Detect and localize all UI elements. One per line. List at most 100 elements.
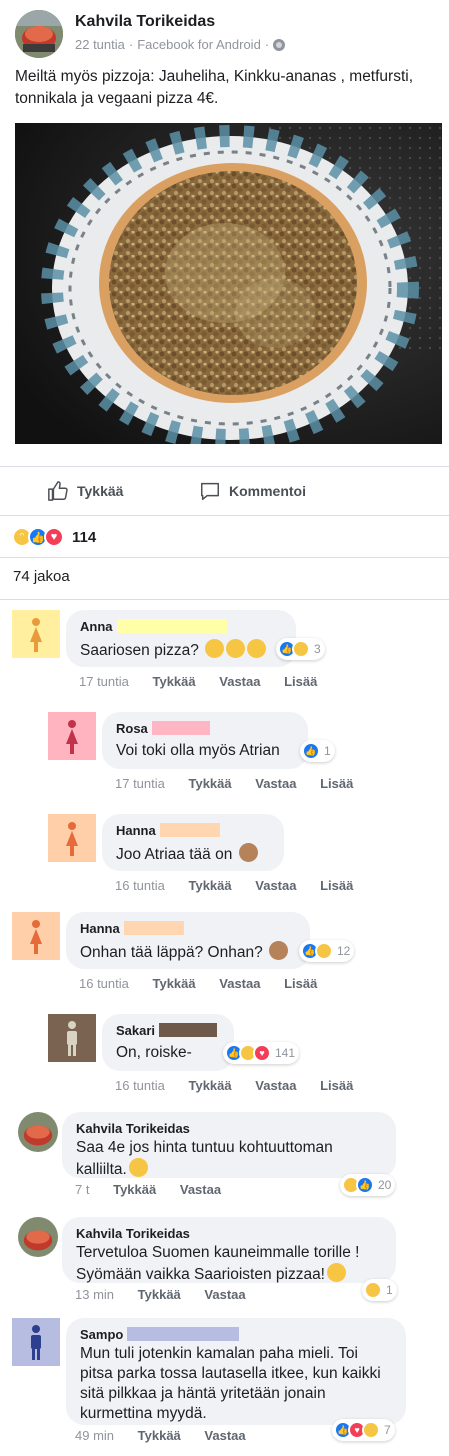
haha-reaction-icon [315,942,333,960]
comment-like-link[interactable]: Tykkää [138,1428,181,1443]
redaction [123,921,184,935]
comment-text: Tervetuloa Suomen kauneimmalle torille !… [76,1244,360,1283]
comment-text: Onhan tää läppä? Onhan? [80,941,296,963]
love-reaction-icon: ♥ [44,527,64,547]
comment-reactions[interactable]: 👍 ♥ 7 [332,1419,395,1441]
meta-dot: · [128,37,134,52]
globe-icon [273,38,286,51]
comment-meta: 17 tuntia Tykkää Vastaa Lisää [79,674,317,689]
page-avatar[interactable] [15,10,63,58]
reaction-count: 12 [337,944,351,958]
share-count[interactable]: 74 jakoa [13,568,70,585]
reaction-count: 3 [314,642,321,656]
comment-more-link[interactable]: Lisää [284,674,317,689]
comment-meta: 13 min Tykkää Vastaa [75,1287,246,1302]
comment-bubble: Hanna Onhan tää läppä? Onhan? [66,912,310,969]
post-meta: 22 tuntia · Facebook for Android · [75,37,286,52]
comment: Sampo Mun tuli jotenkin kamalan paha mie… [12,1318,442,1448]
post-source: Facebook for Android [137,37,261,52]
comment-time: 16 tuntia [79,976,129,991]
reaction-count: 1 [324,744,331,758]
comment-more-link[interactable]: Lisää [320,1078,353,1093]
comment-like-link[interactable]: Tykkää [153,976,196,991]
comment-like-link[interactable]: Tykkää [153,674,196,689]
comment-bubble: Kahvila Torikeidas Saa 4e jos hinta tunt… [62,1112,396,1178]
comment-meta: 16 tuntia Tykkää Vastaa Lisää [115,878,353,893]
comment-like-link[interactable]: Tykkää [189,776,232,791]
comment-author[interactable]: Anna [80,618,282,634]
divider [0,599,449,600]
comment-reply-link[interactable]: Vastaa [219,674,260,689]
comment-bubble: Sakari On, roiske- [102,1014,234,1071]
comment-text: Joo Atriaa tää on [116,843,270,865]
comment-reply-link[interactable]: Vastaa [204,1287,245,1302]
haha-reaction-icon [292,640,310,658]
redaction [159,823,220,837]
reaction-count: 20 [378,1178,392,1192]
comment-like-link[interactable]: Tykkää [138,1287,181,1302]
comment-author[interactable]: Kahvila Torikeidas [76,1225,382,1241]
comment-reactions[interactable]: 👍 ♥ 141 [223,1042,300,1064]
comment-bubble: Anna Saariosen pizza? [66,610,296,667]
comment-reply-link[interactable]: Vastaa [255,1078,296,1093]
page-name[interactable]: Kahvila Torikeidas [75,13,215,31]
avatar[interactable] [18,1112,58,1152]
comment-reactions[interactable]: 👍 20 [340,1174,396,1196]
comment-like-link[interactable]: Tykkää [189,1078,232,1093]
comment-reply: Rosa Voi toki olla myös Atrian 👍 1 17 tu… [48,712,443,802]
comment-bubble-icon [201,482,219,500]
comment-author[interactable]: Hanna [80,920,296,936]
post-time[interactable]: 22 tuntia [75,37,125,52]
comment-time: 16 tuntia [115,878,165,893]
reactions-summary[interactable]: ᵔ 👍 ♥ 114 [12,525,96,549]
comment-reactions[interactable]: 👍 12 [299,940,355,962]
comment-like-link[interactable]: Tykkää [113,1182,156,1197]
comment-meta: 7 t Tykkää Vastaa [75,1182,221,1197]
smiling-emoji-icon [128,1158,148,1177]
comment-reactions[interactable]: 1 [362,1279,397,1301]
comment-more-link[interactable]: Lisää [320,878,353,893]
thumbs-up-icon [48,481,68,501]
post-photo[interactable] [15,123,442,444]
avatar[interactable] [48,1014,96,1062]
comment: Anna Saariosen pizza? 👍 3 17 tuntia Tykk… [12,610,442,700]
comment-author[interactable]: Sakari [116,1022,220,1038]
avatar[interactable] [18,1217,58,1257]
avatar[interactable] [48,712,96,760]
comment-author[interactable]: Sampo [80,1326,392,1342]
comment-more-link[interactable]: Lisää [284,976,317,991]
reaction-count: 7 [384,1423,391,1437]
avatar[interactable] [12,1318,60,1366]
comment-bubble: Sampo Mun tuli jotenkin kamalan paha mie… [66,1318,406,1425]
comment-reactions[interactable]: 👍 1 [300,740,335,762]
comment-reply-link[interactable]: Vastaa [255,776,296,791]
comment-reactions[interactable]: 👍 3 [276,638,325,660]
comment-reply-link[interactable]: Vastaa [204,1428,245,1443]
comment-time: 17 tuntia [115,776,165,791]
comment-button-label: Kommentoi [229,483,306,499]
comment-more-link[interactable]: Lisää [320,776,353,791]
comment: Hanna Onhan tää läppä? Onhan? 👍 12 16 tu… [12,912,442,1002]
comment-reply-link[interactable]: Vastaa [180,1182,221,1197]
comment-author[interactable]: Kahvila Torikeidas [76,1120,382,1136]
meta-dot: · [264,37,270,52]
haha-reaction-icon [364,1281,382,1299]
avatar[interactable] [12,912,60,960]
love-reaction-icon: ♥ [253,1044,271,1062]
avatar[interactable] [12,610,60,658]
like-reaction-icon: 👍 [356,1176,374,1194]
like-button[interactable]: Tykkää [47,480,123,502]
comment-author[interactable]: Rosa [116,720,294,736]
comment-like-link[interactable]: Tykkää [189,878,232,893]
smiling-emoji-icon [327,1263,346,1282]
comment: Kahvila Torikeidas Saa 4e jos hinta tunt… [18,1112,443,1207]
comment-author[interactable]: Hanna [116,822,270,838]
comment-reply-link[interactable]: Vastaa [219,976,260,991]
reaction-count: 114 [72,528,97,546]
comment-button[interactable]: Kommentoi [199,480,306,502]
comment-text: Saariosen pizza? [80,639,282,661]
avatar[interactable] [48,814,96,862]
comment-meta: 16 tuntia Tykkää Vastaa Lisää [115,1078,353,1093]
comment-reply-link[interactable]: Vastaa [255,878,296,893]
post-header: Kahvila Torikeidas 22 tuntia · Facebook … [15,10,435,60]
